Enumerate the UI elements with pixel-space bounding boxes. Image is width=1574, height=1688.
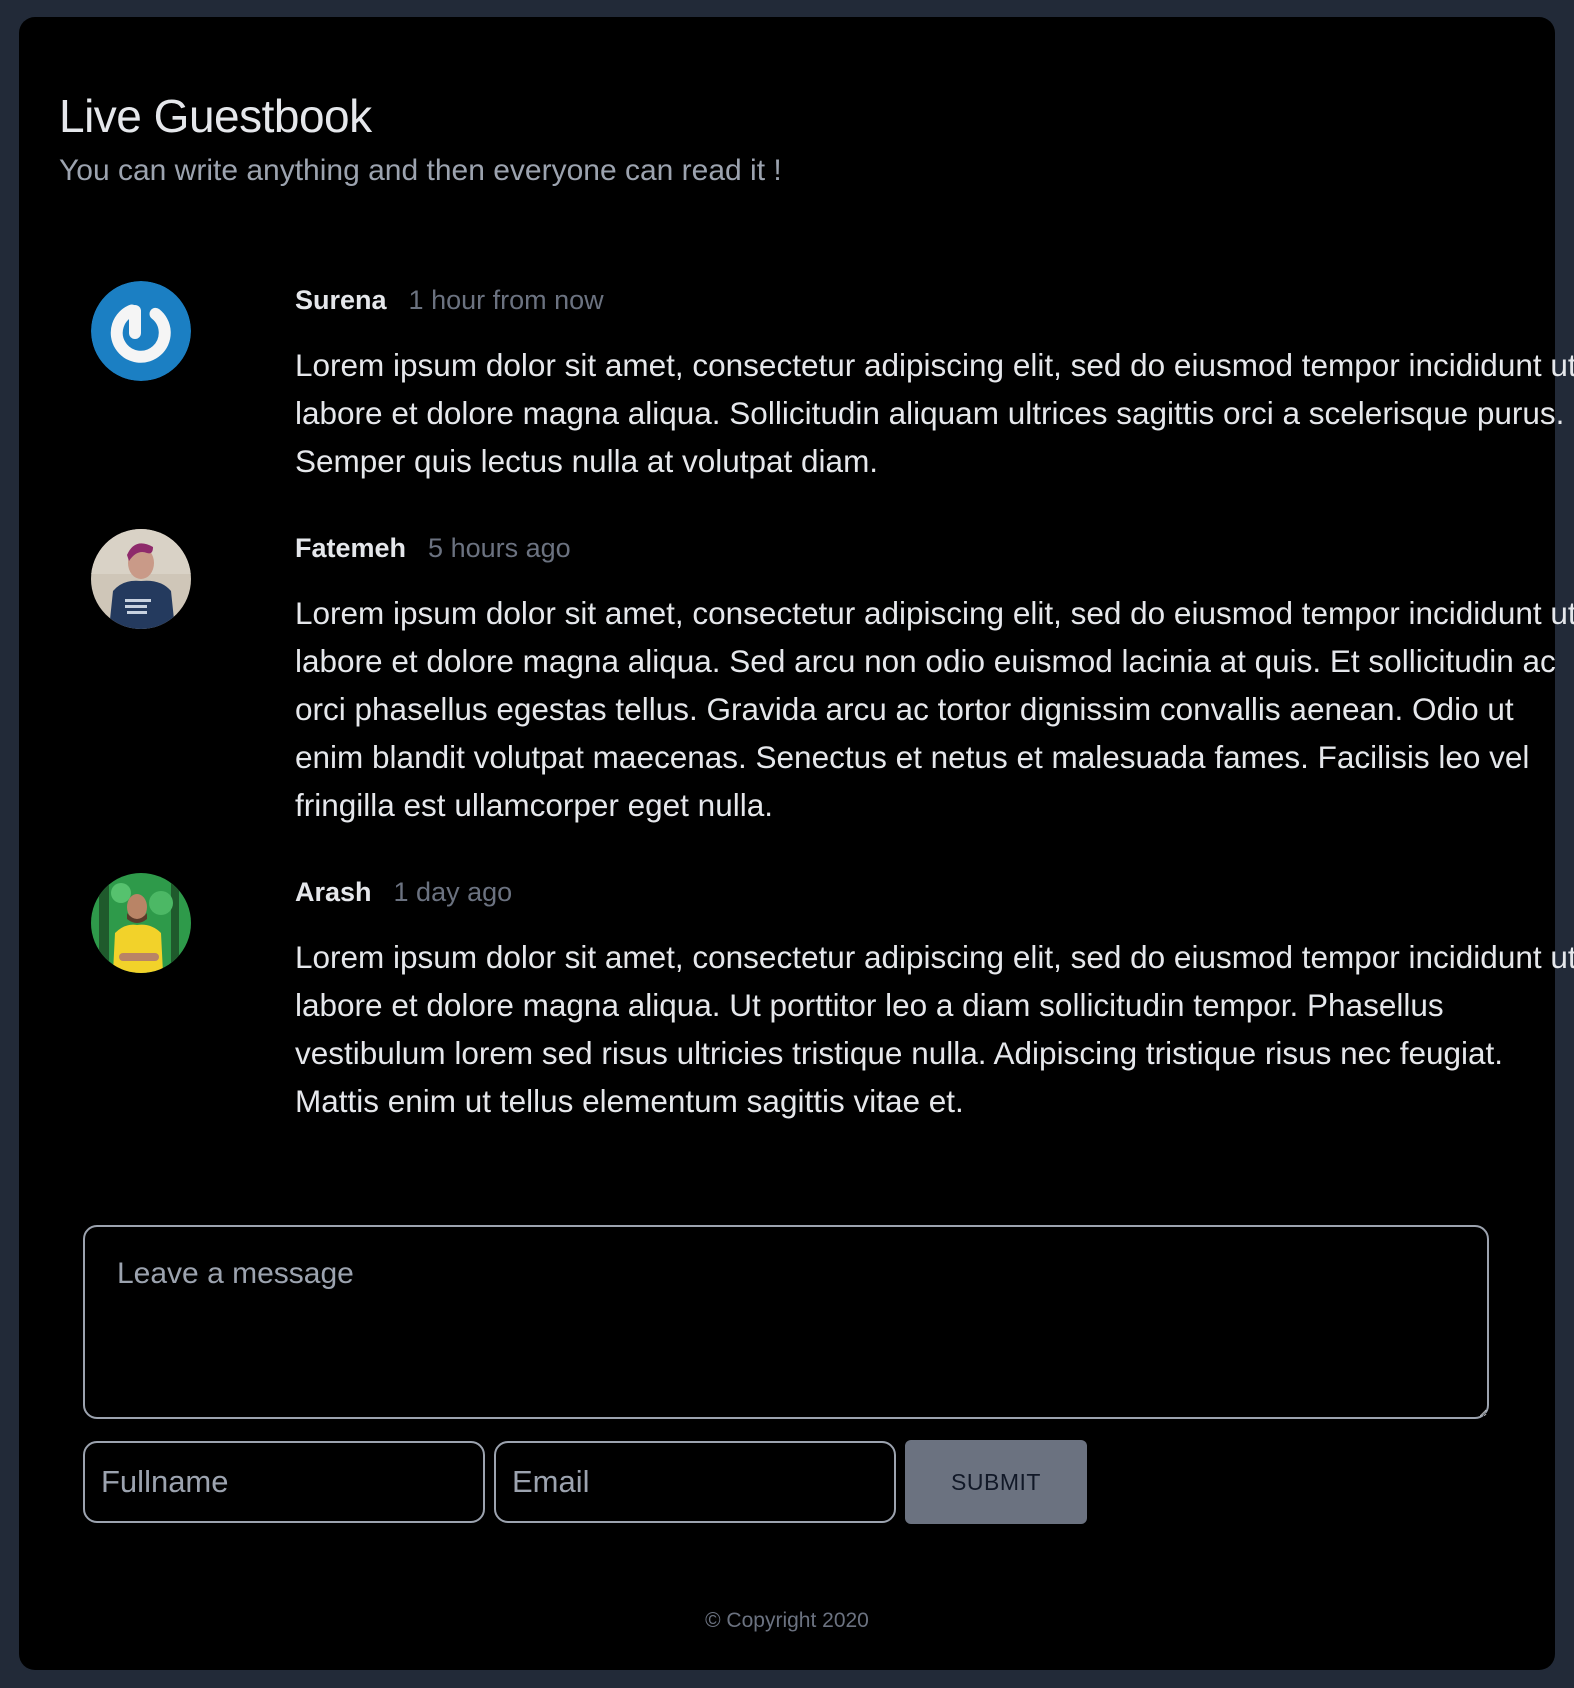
avatar — [91, 873, 191, 973]
comment-body: Lorem ipsum dolor sit amet, consectetur … — [295, 347, 1574, 479]
user-photo-icon — [91, 873, 191, 973]
guestbook-card: Live Guestbook You can write anything an… — [19, 17, 1574, 1670]
avatar — [91, 281, 191, 381]
comment-meta: Surena 1 hour from now — [295, 285, 604, 316]
comment-meta: Arash 1 day ago — [295, 877, 512, 908]
comment-author: Surena — [295, 285, 387, 315]
fullname-input[interactable] — [83, 1441, 485, 1523]
email-input[interactable] — [494, 1441, 896, 1523]
copyright-footer: © Copyright 2020 — [705, 1609, 869, 1632]
comment-author: Fatemeh — [295, 533, 407, 563]
comment-time: 5 hours ago — [428, 533, 571, 563]
comment-meta: Fatemeh 5 hours ago — [295, 533, 571, 564]
submit-button[interactable]: SUBMIT — [905, 1440, 1087, 1524]
comment-time: 1 hour from now — [408, 285, 604, 315]
message-input[interactable] — [83, 1225, 1489, 1419]
power-logo-icon — [91, 281, 191, 381]
avatar — [91, 529, 191, 629]
comment-body: Lorem ipsum dolor sit amet, consectetur … — [295, 595, 1574, 823]
page-subtitle: You can write anything and then everyone… — [59, 154, 782, 187]
user-photo-icon — [91, 529, 191, 629]
comment-time: 1 day ago — [393, 877, 513, 907]
comment-body: Lorem ipsum dolor sit amet, consectetur … — [295, 939, 1574, 1119]
comment-author: Arash — [295, 877, 372, 907]
page-title: Live Guestbook — [59, 90, 372, 142]
